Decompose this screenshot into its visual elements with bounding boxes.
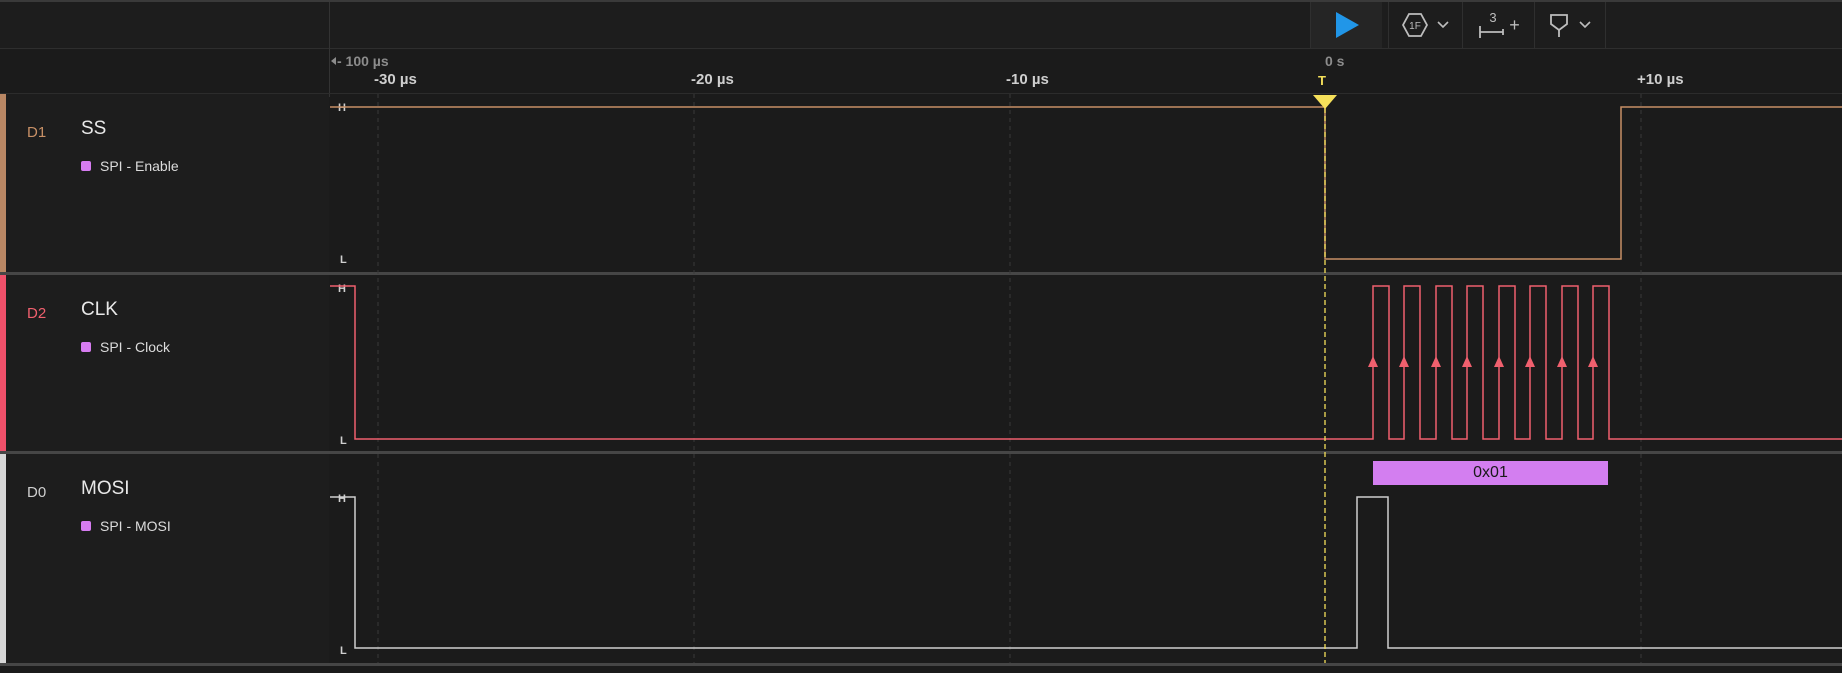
waveform-mosi xyxy=(330,496,1842,649)
rising-edge-arrow-icon xyxy=(1525,356,1535,367)
rising-edge-arrow-icon xyxy=(1557,356,1567,367)
level-low-label: L xyxy=(340,645,347,657)
level-high-label: H xyxy=(338,102,346,114)
level-high-label: H xyxy=(338,283,346,295)
rising-edge-arrow-icon xyxy=(1588,356,1598,367)
level-low-label: L xyxy=(340,254,347,266)
timeline-offset-arrow-icon[interactable] xyxy=(331,57,336,65)
rising-edge-arrow-icon xyxy=(1368,356,1378,367)
spi-decode-frame[interactable]: 0x01 xyxy=(1373,461,1608,485)
level-high-label: H xyxy=(338,493,346,505)
level-low-label: L xyxy=(340,435,347,447)
waveform-clk xyxy=(330,285,1842,440)
rising-edge-arrow-icon xyxy=(1431,356,1441,367)
waveform-area[interactable]: H L H L H L xyxy=(0,0,1842,673)
decode-value: 0x01 xyxy=(1473,464,1508,481)
rising-edge-arrow-icon xyxy=(1399,356,1409,367)
rising-edge-arrow-icon xyxy=(1462,356,1472,367)
waveform-ss xyxy=(330,106,1842,260)
rising-edge-arrow-icon xyxy=(1494,356,1504,367)
